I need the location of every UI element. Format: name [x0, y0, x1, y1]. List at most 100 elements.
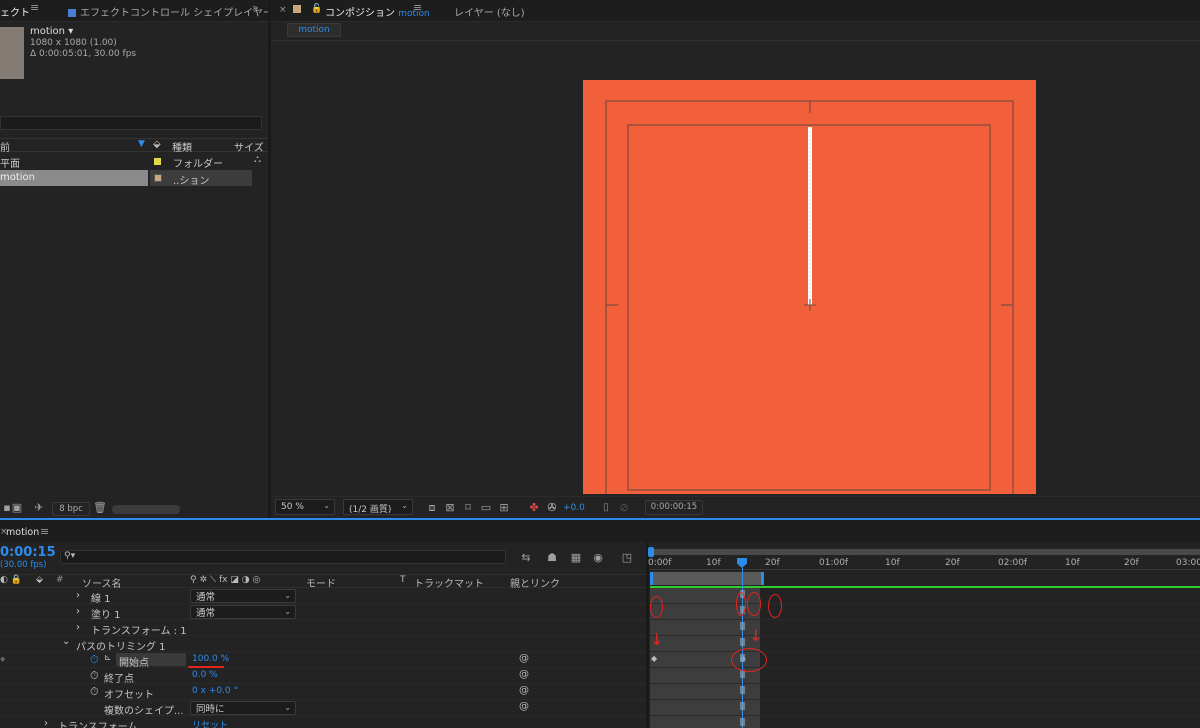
label-tag-icon[interactable]: ⬙: [153, 139, 161, 150]
blend-mode-dropdown[interactable]: 通常 ⌄: [190, 605, 296, 619]
property-row-offset[interactable]: ⏱ オフセット 0 x +0.0 ° @: [0, 684, 648, 701]
tab-project[interactable]: ェクト: [0, 4, 30, 19]
overflow-icon[interactable]: »: [252, 2, 262, 13]
work-area-nav-bar[interactable]: [650, 549, 1200, 555]
expand-arrow-icon[interactable]: ›: [76, 622, 80, 633]
property-row-transform[interactable]: › トランスフォーム リセット: [0, 716, 648, 728]
pickwhip-icon[interactable]: @: [519, 685, 529, 696]
timeline-tab-label[interactable]: motion: [6, 527, 39, 538]
annotation-circle: [650, 596, 663, 618]
timeline-divider[interactable]: [646, 542, 649, 728]
trim-multiple-dropdown[interactable]: 同時に ⌄: [190, 701, 296, 715]
property-value[interactable]: 100.0 %: [192, 654, 229, 664]
annotation-circle: [736, 592, 746, 616]
new-comp-icon[interactable]: ✈: [32, 501, 46, 515]
pickwhip-icon[interactable]: @: [519, 653, 529, 664]
transparency-grid-icon[interactable]: ⊠: [443, 501, 457, 515]
tab-layer[interactable]: レイヤー (なし): [454, 4, 525, 19]
graph-icon[interactable]: ⊾: [104, 653, 112, 663]
column-type[interactable]: 種類: [172, 139, 192, 154]
keyframe-nav-icon[interactable]: ◆: [0, 655, 5, 663]
stopwatch-icon[interactable]: ⏱: [90, 685, 99, 699]
stopwatch-icon[interactable]: ⏱: [90, 653, 99, 667]
property-row-start[interactable]: ◆ ⏱ ⊾ 開始点 100.0 % @: [0, 652, 648, 669]
expand-arrow-icon[interactable]: ›: [44, 718, 48, 728]
show-snapshot-icon[interactable]: ⊘: [617, 501, 631, 515]
shy-layers-icon[interactable]: ☗: [545, 551, 559, 565]
track-row: [650, 684, 1200, 700]
pickwhip-icon[interactable]: @: [519, 669, 529, 680]
hash-column: #: [56, 575, 64, 585]
trim-multiple-value: 同時に: [196, 704, 225, 715]
resolution-dropdown[interactable]: (1/2 画質) ⌄: [343, 499, 413, 515]
property-label: パスのトリミング 1: [76, 642, 166, 653]
motion-blur-icon[interactable]: ◉: [591, 551, 605, 565]
ruler-tick-label: 20f: [945, 558, 960, 568]
trash-icon[interactable]: 🗑: [93, 501, 107, 515]
panel-menu-icon[interactable]: ≡: [40, 526, 50, 537]
comp-viewer[interactable]: [271, 41, 1200, 494]
new-folder-icon[interactable]: ▣: [10, 501, 24, 515]
property-row-multiple-shapes[interactable]: 複数のシェイプ... 同時に ⌄ @: [0, 700, 648, 717]
bpc-button[interactable]: 8 bpc: [52, 502, 90, 516]
column-size[interactable]: サイズ: [234, 139, 264, 154]
frame-blending-icon[interactable]: ▦: [569, 551, 583, 565]
property-row-trim-paths[interactable]: ⌄ パスのトリミング 1: [0, 636, 648, 653]
track-row: [650, 668, 1200, 684]
property-row-transform-1[interactable]: › トランスフォーム : 1: [0, 620, 648, 637]
project-search-input[interactable]: [0, 116, 262, 130]
tab-effect-controls[interactable]: エフェクトコントロール シェイプレイヤー: [68, 4, 273, 19]
exposure-reset-icon[interactable]: ✇: [545, 501, 559, 515]
list-item-selected[interactable]: motion ..ション: [0, 170, 252, 187]
comp-flowchart-icon[interactable]: ⇆: [519, 551, 533, 565]
blend-mode-dropdown[interactable]: 通常 ⌄: [190, 589, 296, 603]
project-scrollbar[interactable]: [112, 505, 180, 514]
chevron-down-icon: ⌄: [284, 591, 291, 600]
hierarchy-icon: ⛬: [254, 154, 261, 165]
column-t[interactable]: T: [400, 575, 406, 585]
snapshot-camera-icon[interactable]: ⌷: [599, 501, 613, 515]
grid-guides-icon[interactable]: ⊞: [497, 501, 511, 515]
tab-composition[interactable]: [293, 4, 305, 15]
property-row-fill[interactable]: › 塗り 1 通常 ⌄: [0, 604, 648, 621]
comp-name[interactable]: motion ▾: [30, 26, 73, 37]
work-area-bar[interactable]: [650, 572, 764, 585]
time-ruler[interactable]: [650, 556, 1200, 570]
color-channels-icon[interactable]: ✤: [527, 501, 541, 515]
timeline-tabbar: [0, 520, 1200, 542]
lock-icon[interactable]: 🔓: [311, 4, 322, 14]
property-row-end[interactable]: ⏱ 終了点 0.0 % @: [0, 668, 648, 685]
comp-size: 1080 x 1080 (1.00): [30, 38, 117, 48]
expand-arrow-icon[interactable]: ›: [76, 590, 80, 601]
ruler-tick-label: 10f: [885, 558, 900, 568]
reset-link[interactable]: リセット: [192, 718, 228, 728]
stopwatch-icon[interactable]: ⏱: [90, 669, 99, 683]
property-value[interactable]: 0.0 %: [192, 670, 218, 680]
tab-composition-text: コンポジション: [325, 8, 395, 19]
comp-canvas[interactable]: [271, 41, 1200, 494]
keyframe-start[interactable]: ◆: [651, 654, 657, 663]
panel-menu-icon[interactable]: ≡: [30, 2, 40, 13]
collapse-arrow-icon[interactable]: ⌄: [62, 636, 70, 647]
mask-visibility-icon[interactable]: ⌑: [461, 501, 475, 515]
property-value[interactable]: 0 x +0.0 °: [192, 686, 238, 696]
list-item[interactable]: 平面 フォルダー ⛬: [0, 154, 268, 170]
close-icon[interactable]: ×: [279, 5, 289, 15]
region-of-interest-icon[interactable]: ▭: [479, 501, 493, 515]
column-name[interactable]: 前: [0, 139, 10, 154]
property-row-stroke[interactable]: › 線 1 通常 ⌄: [0, 588, 648, 605]
fast-preview-icon[interactable]: ⧈: [425, 501, 439, 515]
expand-arrow-icon[interactable]: ›: [76, 606, 80, 617]
comp-timecode[interactable]: 0:00:00:15: [645, 500, 703, 515]
label-column-icon[interactable]: ⬙: [36, 575, 43, 585]
current-time-display[interactable]: 0:00:15: [0, 545, 56, 560]
timeline-search-input[interactable]: ⚲▾: [60, 550, 506, 564]
zoom-dropdown[interactable]: 50 % ⌄: [275, 499, 335, 515]
sort-arrow-icon[interactable]: ▼: [138, 139, 145, 149]
exposure-value[interactable]: +0.0: [563, 503, 585, 513]
pickwhip-icon[interactable]: @: [519, 701, 529, 712]
comp-subtab[interactable]: motion: [287, 23, 341, 37]
panel-menu-icon[interactable]: ≡: [413, 2, 423, 13]
zoom-value: 50 %: [281, 502, 304, 512]
graph-editor-icon[interactable]: ◳: [620, 551, 634, 565]
